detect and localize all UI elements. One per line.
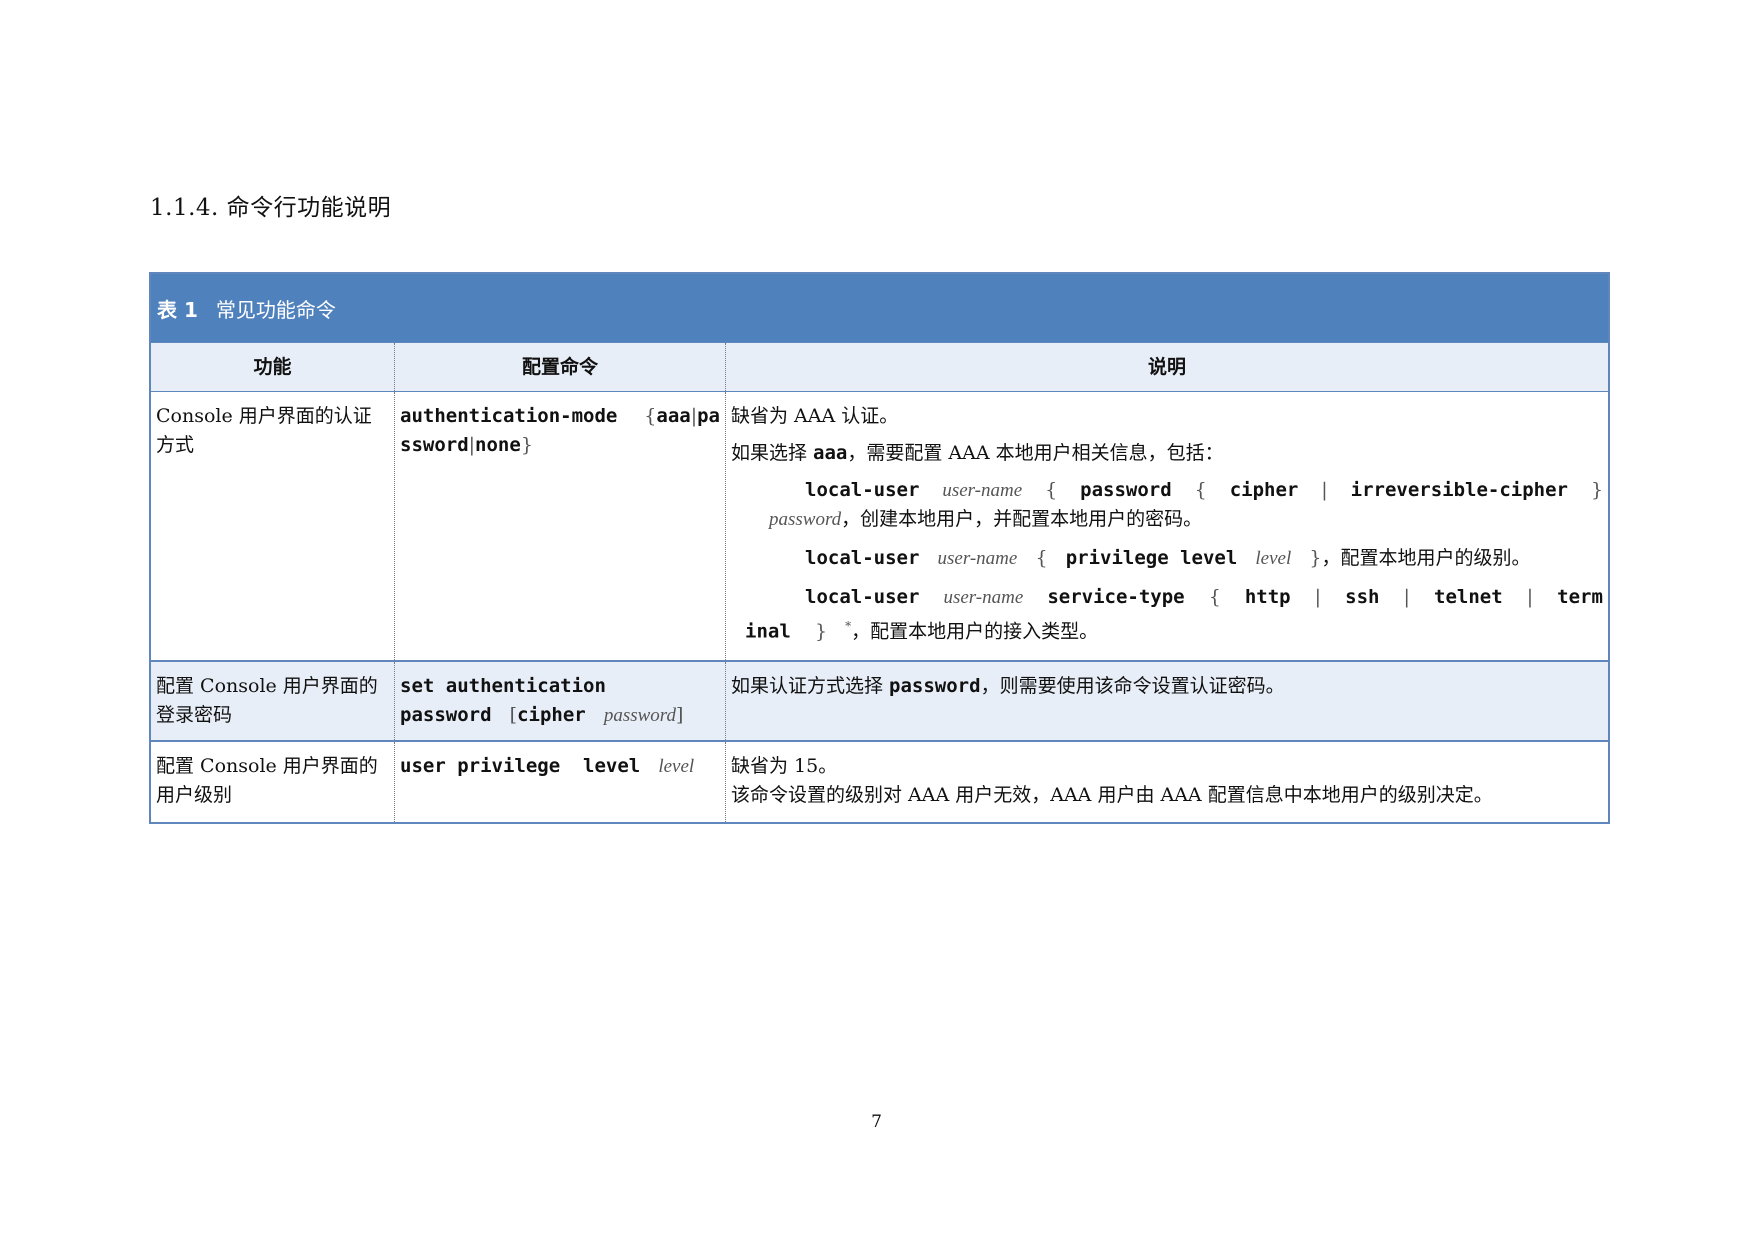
header-command: 配置命令 [395, 343, 726, 391]
table-caption-title: 常见功能命令 [215, 297, 336, 322]
row1-description: 缺省为 AAA 认证。 如果选择 aaa，需要配置 AAA 本地用户相关信息，包… [726, 392, 1608, 660]
table-row: Console 用户界面的认证方式 authentication-mode {a… [151, 391, 1608, 660]
table-row: 配置 Console 用户界面的用户级别 user privilege leve… [151, 740, 1608, 822]
row2-function: 配置 Console 用户界面的登录密码 [151, 662, 395, 740]
row1-desc-aaa: 如果选择 aaa，需要配置 AAA 本地用户相关信息，包括： [731, 442, 1224, 464]
row1-cmd-line1: local-user user-name { password { cipher… [805, 479, 1604, 501]
row1-desc-default: 缺省为 AAA 认证。 [731, 405, 899, 427]
row1-cmd-line3-cont: inal } *，配置本地用户的接入类型。 [745, 619, 1099, 643]
row1-cmd-line3: local-user user-name service-type { http… [805, 586, 1603, 608]
row1-command: authentication-mode {aaa|pa ssword|none} [395, 392, 726, 660]
row3-function: 配置 Console 用户界面的用户级别 [151, 742, 395, 822]
row1-cmd-line2: local-user user-name { privilege level l… [805, 547, 1531, 569]
table-row: 配置 Console 用户界面的登录密码 set authentication … [151, 660, 1608, 740]
header-function: 功能 [151, 343, 395, 391]
row2-description: 如果认证方式选择 password，则需要使用该命令设置认证密码。 [731, 675, 1285, 697]
header-description: 说明 [1147, 355, 1186, 378]
row1-function: Console 用户界面的认证方式 [151, 392, 395, 660]
row1-command-keyword: authentication-mode [400, 405, 618, 427]
row3-command: user privilege level level [395, 742, 726, 822]
table-caption: 表 1 常见功能命令 [151, 274, 1608, 342]
row2-command: set authentication password [cipher pass… [395, 662, 726, 740]
section-title: 1.1.4. 命令行功能说明 [150, 195, 392, 221]
function-command-table: 表 1 常见功能命令 功能 配置命令 说明 Console 用户界面的认证方式 … [149, 272, 1610, 824]
row3-description: 缺省为 15。 该命令设置的级别对 AAA 用户无效，AAA 用户由 AAA 配… [731, 755, 1493, 806]
table-caption-number: 表 1 [157, 297, 198, 322]
row1-cmd-line1-cont: password，创建本地用户，并配置本地用户的密码。 [769, 508, 1203, 530]
table-header-row: 功能 配置命令 说明 [151, 342, 1608, 391]
page-number: 7 [871, 1112, 882, 1132]
